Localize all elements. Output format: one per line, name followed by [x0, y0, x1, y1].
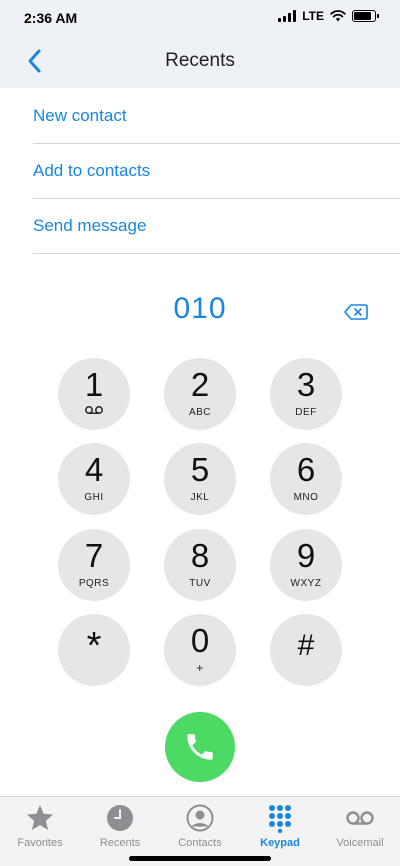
key-7[interactable]: 7 PQRS: [58, 529, 130, 601]
add-to-contacts-button[interactable]: Add to contacts: [33, 144, 400, 199]
backspace-icon[interactable]: [344, 303, 368, 321]
navigation-bar: Recents: [0, 36, 400, 88]
key-digit: 8: [190, 537, 210, 574]
tab-recents[interactable]: Recents: [80, 803, 160, 849]
key-letters: TUV: [189, 578, 211, 589]
key-5[interactable]: 5 JKL: [164, 443, 236, 515]
key-8[interactable]: 8 TUV: [164, 529, 236, 601]
voicemail-icon: [346, 811, 374, 825]
home-indicator: [129, 856, 271, 861]
key-hash[interactable]: #: [270, 614, 342, 686]
phone-icon: [187, 734, 213, 760]
key-letters: DEF: [295, 407, 317, 418]
key-digit: 1: [84, 366, 104, 403]
key-letters: +: [196, 661, 204, 675]
key-digit: 9: [296, 537, 316, 574]
tab-label: Keypad: [260, 837, 300, 849]
key-digit: 2: [190, 366, 210, 403]
tab-label: Favorites: [17, 837, 63, 849]
key-2[interactable]: 2 ABC: [164, 358, 236, 430]
key-digit: 4: [84, 451, 104, 488]
new-contact-button[interactable]: New contact: [33, 89, 400, 144]
signal-icon: [278, 10, 297, 22]
key-4[interactable]: 4 GHI: [58, 443, 130, 515]
key-6[interactable]: 6 MNO: [270, 443, 342, 515]
tab-label: Voicemail: [336, 837, 384, 849]
send-message-button[interactable]: Send message: [33, 199, 400, 254]
key-1[interactable]: 1: [58, 358, 130, 430]
status-icons: LTE: [278, 9, 379, 23]
tab-label: Contacts: [178, 837, 222, 849]
key-letters: PQRS: [78, 578, 110, 589]
keypad-grid-icon: [269, 805, 291, 833]
tab-keypad[interactable]: Keypad: [240, 803, 320, 849]
key-letters: MNO: [293, 492, 319, 503]
clock-icon: [107, 805, 133, 831]
key-digit: 5: [190, 451, 210, 488]
tab-voicemail[interactable]: Voicemail: [320, 803, 400, 849]
key-3[interactable]: 3 DEF: [270, 358, 342, 430]
key-digit: 0: [190, 622, 210, 659]
key-letters: GHI: [84, 492, 104, 503]
key-digit: 7: [84, 537, 104, 574]
status-bar: 2:36 AM LTE: [0, 0, 400, 36]
battery-icon: [352, 10, 379, 22]
key-letters: WXYZ: [290, 578, 322, 589]
key-digit: 6: [296, 451, 316, 488]
tab-contacts[interactable]: Contacts: [160, 803, 240, 849]
action-list: New contact Add to contacts Send message: [33, 89, 400, 254]
key-letters: ABC: [188, 407, 212, 418]
key-digit: *: [86, 625, 102, 667]
status-time: 2:36 AM: [24, 10, 78, 26]
key-star[interactable]: *: [58, 614, 130, 686]
dialed-number: 010: [173, 292, 227, 325]
voicemail-icon: [85, 406, 103, 414]
wifi-icon: [330, 10, 346, 22]
person-circle-icon: [186, 804, 214, 832]
call-button[interactable]: [165, 712, 235, 782]
tab-favorites[interactable]: Favorites: [0, 803, 80, 849]
network-label: LTE: [302, 9, 324, 23]
key-letters: JKL: [190, 492, 210, 503]
key-digit: #: [297, 629, 315, 662]
tab-label: Recents: [99, 837, 141, 849]
key-9[interactable]: 9 WXYZ: [270, 529, 342, 601]
key-digit: 3: [296, 366, 316, 403]
page-title: Recents: [165, 50, 235, 71]
key-0[interactable]: 0 +: [164, 614, 236, 686]
star-icon: [27, 805, 53, 830]
